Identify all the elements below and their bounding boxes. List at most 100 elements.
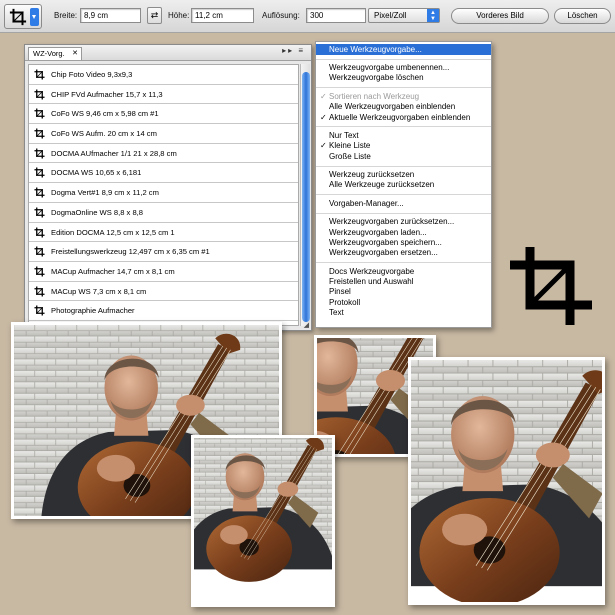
crop-tool-icon xyxy=(34,187,45,198)
menu-separator xyxy=(316,58,491,60)
menu-item-label: Sortieren nach Werkzeug xyxy=(329,91,420,101)
list-item-label: Edition DOCMA 12,5 cm x 12,5 cm 1 xyxy=(51,227,175,237)
menu-item[interactable]: Alle Werkzeugvorgaben einblenden xyxy=(316,102,491,112)
menu-item[interactable]: ✓ Kleine Liste xyxy=(316,141,491,151)
resolution-unit-select[interactable]: Pixel/Zoll ▲ ▼ xyxy=(368,8,440,23)
menu-item-label: Alle Werkzeuge zurücksetzen xyxy=(329,180,435,190)
crop-tool-icon xyxy=(34,89,45,100)
list-item[interactable]: DogmaOnline WS 8,8 x 8,8 xyxy=(29,203,298,223)
chevron-updown-icon: ▲ ▼ xyxy=(427,9,439,22)
crop-tool-icon xyxy=(34,246,45,257)
list-item[interactable]: Dogma Vert#1 8,9 cm x 11,2 cm xyxy=(29,183,298,203)
menu-item-label: Text xyxy=(329,307,344,317)
menu-item-label: Alle Werkzeugvorgaben einblenden xyxy=(329,102,456,112)
crop-tool-icon xyxy=(34,286,45,297)
crop-tool-icon xyxy=(34,148,45,159)
menu-item[interactable]: Werkzeugvorgaben ersetzen... xyxy=(316,248,491,258)
list-item[interactable]: Edition DOCMA 12,5 cm x 12,5 cm 1 xyxy=(29,223,298,243)
menu-item-label: Kleine Liste xyxy=(329,141,371,151)
menu-item-label: Werkzeugvorgabe löschen xyxy=(329,73,424,83)
collapse-icon[interactable]: ▸▸ xyxy=(282,46,294,55)
crop-tool-icon xyxy=(34,266,45,277)
list-item[interactable]: CoFo WS 9,46 cm x 5,98 cm #1 xyxy=(29,104,298,125)
list-item[interactable]: CHIP FVd Aufmacher 15,7 x 11,3 xyxy=(29,85,298,105)
scrollbar-thumb[interactable] xyxy=(302,72,310,322)
list-item[interactable]: Freistellungswerkzeug 12,497 cm x 6,35 c… xyxy=(29,242,298,262)
crop-tool-icon xyxy=(34,167,45,178)
menu-item[interactable]: Neue Werkzeugvorgabe... xyxy=(316,44,491,55)
front-image-button[interactable]: Vorderes Bild xyxy=(451,8,549,24)
menu-item-label: Protokoll xyxy=(329,297,361,307)
list-item-label: DOCMA AUfmacher 1/1 21 x 28,8 cm xyxy=(51,148,177,158)
clear-button[interactable]: Löschen xyxy=(554,8,611,24)
panel-flyout-menu: Neue Werkzeugvorgabe... Werkzeugvorgabe u… xyxy=(315,41,492,328)
menu-item[interactable]: ✓ Aktuelle Werkzeugvorgaben einblenden xyxy=(316,113,491,123)
menu-item[interactable]: Werkzeug zurücksetzen xyxy=(316,170,491,180)
options-bar: Breite: 8,9 cm ⇄ Höhe: 11,2 cm Auflösung… xyxy=(0,0,615,33)
menu-item[interactable]: Werkzeugvorgabe umbenennen... xyxy=(316,63,491,73)
crop-tool-icon xyxy=(34,207,45,218)
panel-controls: ▸▸ ≡ xyxy=(282,46,305,55)
menu-item-label: Werkzeugvorgaben laden... xyxy=(329,227,427,237)
photo-guitarist-small-crop xyxy=(191,435,335,607)
menu-item[interactable]: Text xyxy=(316,308,491,318)
chevron-down-icon[interactable] xyxy=(30,8,39,26)
menu-item[interactable]: Werkzeugvorgaben laden... xyxy=(316,228,491,238)
panel-menu-icon[interactable]: ≡ xyxy=(298,46,305,55)
list-item[interactable]: CoFo WS Aufm. 20 cm x 14 cm xyxy=(29,124,298,144)
menu-item-label: Vorgaben-Manager... xyxy=(329,198,404,208)
menu-item-label: Werkzeugvorgaben zurücksetzen... xyxy=(329,217,455,227)
menu-item-label: Nur Text xyxy=(329,131,359,141)
preset-list: Chip Foto Video 9,3x9,3 CHIP FVd Aufmache… xyxy=(28,64,299,326)
menu-item[interactable]: Alle Werkzeuge zurücksetzen xyxy=(316,180,491,190)
scrollbar[interactable] xyxy=(300,64,310,326)
menu-item-label: Docs Werkzeugvorgabe xyxy=(329,266,415,276)
list-item-label: MACup Aufmacher 14,7 cm x 8,1 cm xyxy=(51,266,175,276)
list-item-label: CoFo WS 9,46 cm x 5,98 cm #1 xyxy=(51,109,159,119)
swap-arrows-icon[interactable]: ⇄ xyxy=(147,7,162,24)
tab-tool-presets[interactable]: WZ-Vorg. ✕ xyxy=(28,47,82,60)
menu-item[interactable]: Werkzeugvorgaben speichern... xyxy=(316,238,491,248)
list-item[interactable]: Photographie Aufmacher xyxy=(29,301,298,321)
checkmark-icon: ✓ xyxy=(320,91,327,101)
tool-preset-picker[interactable] xyxy=(4,4,42,29)
resize-grip-icon[interactable]: ◢ xyxy=(304,321,309,329)
menu-item[interactable]: Werkzeugvorgaben zurücksetzen... xyxy=(316,217,491,227)
menu-separator xyxy=(316,262,491,264)
list-item-label: Freistellungswerkzeug 12,497 cm x 6,35 c… xyxy=(51,247,210,257)
checkmark-icon: ✓ xyxy=(320,112,327,122)
menu-item[interactable]: Große Liste xyxy=(316,152,491,162)
list-item-label: Photographie Aufmacher xyxy=(51,306,135,316)
menu-item[interactable]: Pinsel xyxy=(316,287,491,297)
menu-item-label: Freistellen und Auswahl xyxy=(329,277,414,287)
photo-guitarist-portrait xyxy=(408,357,605,605)
resolution-input[interactable]: 300 xyxy=(306,8,366,23)
menu-item-label: Werkzeug zurücksetzen xyxy=(329,170,415,180)
list-item[interactable]: MACup Aufmacher 14,7 cm x 8,1 cm xyxy=(29,262,298,282)
menu-item-label: Pinsel xyxy=(329,287,351,297)
list-item[interactable]: DOCMA WS 10,65 x 6,181 xyxy=(29,163,298,184)
width-input[interactable]: 8,9 cm xyxy=(80,8,141,23)
menu-item[interactable]: Freistellen und Auswahl xyxy=(316,277,491,287)
menu-separator xyxy=(316,165,491,167)
menu-item[interactable]: Protokoll xyxy=(316,298,491,308)
menu-item[interactable]: Werkzeugvorgabe löschen xyxy=(316,73,491,83)
list-item[interactable]: MACup WS 7,3 cm x 8,1 cm xyxy=(29,282,298,302)
list-item[interactable]: Chip Foto Video 9,3x9,3 xyxy=(29,65,298,85)
menu-item[interactable]: Vorgaben-Manager... xyxy=(316,199,491,209)
menu-item-label: Werkzeugvorgaben ersetzen... xyxy=(329,248,438,258)
tool-presets-panel: WZ-Vorg. ✕ ▸▸ ≡ Chip Foto Video 9,3x9,3 C… xyxy=(24,44,312,331)
menu-item[interactable]: Nur Text xyxy=(316,131,491,141)
list-item[interactable]: DOCMA AUfmacher 1/1 21 x 28,8 cm xyxy=(29,144,298,164)
close-icon[interactable]: ✕ xyxy=(72,49,78,59)
panel-header: WZ-Vorg. ✕ ▸▸ ≡ xyxy=(25,45,311,61)
menu-item[interactable]: Docs Werkzeugvorgabe xyxy=(316,267,491,277)
crop-tool-icon xyxy=(34,69,45,80)
checkmark-icon: ✓ xyxy=(320,141,327,151)
menu-separator xyxy=(316,126,491,128)
list-item-label: DOCMA WS 10,65 x 6,181 xyxy=(51,168,142,178)
menu-item-label: Werkzeugvorgaben speichern... xyxy=(329,237,442,247)
crop-tool-icon xyxy=(34,108,45,119)
height-input[interactable]: 11,2 cm xyxy=(191,8,254,23)
list-item-label: CoFo WS Aufm. 20 cm x 14 cm xyxy=(51,129,157,139)
